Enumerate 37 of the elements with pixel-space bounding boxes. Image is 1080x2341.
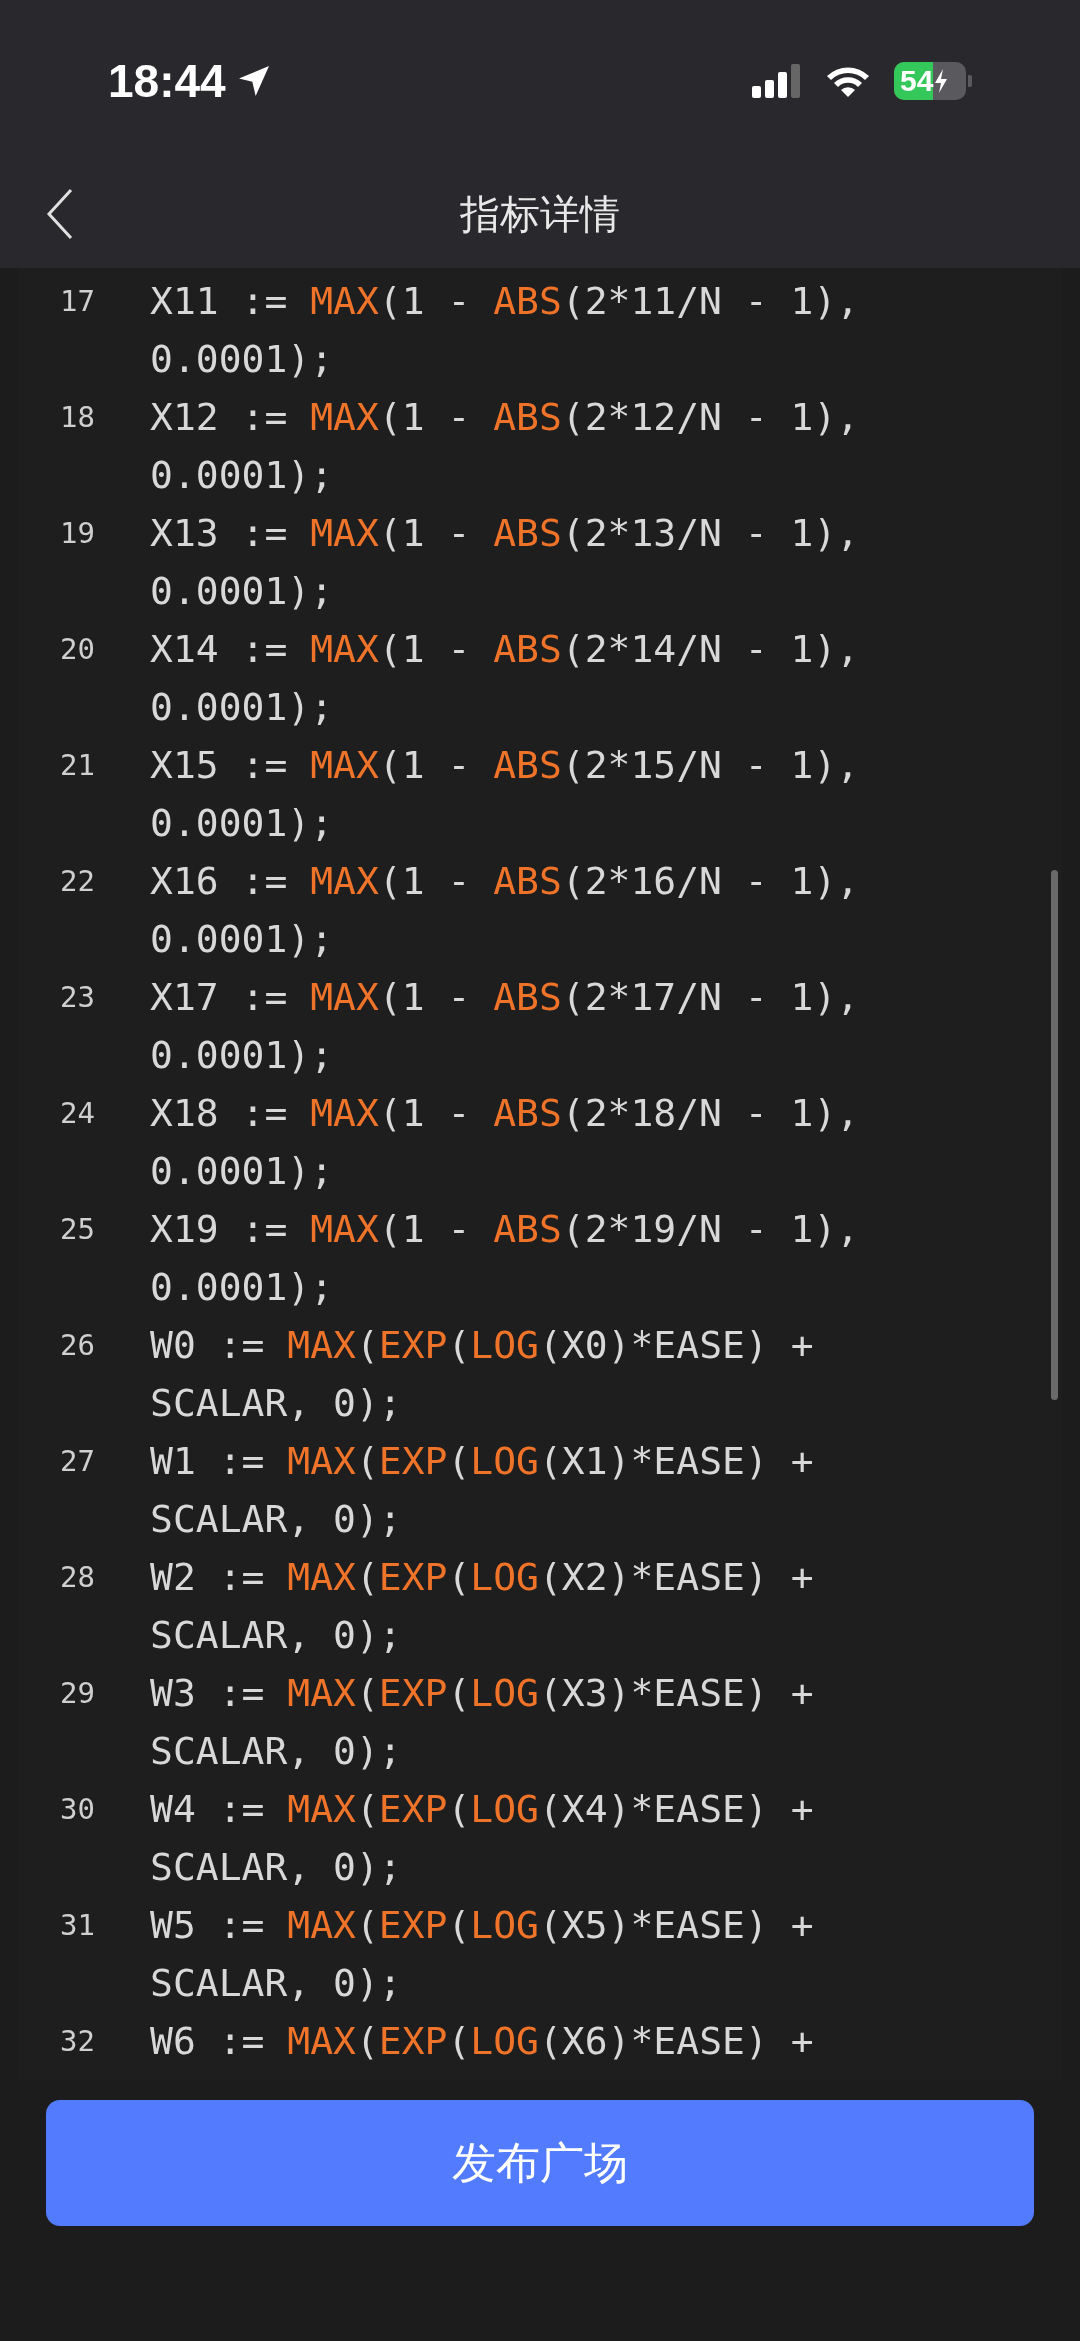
page-title: 指标详情 — [460, 191, 620, 238]
line-number: 28 — [59, 1559, 96, 1596]
code-line: W3 := MAX(EXP(LOG(X3)*EASE) + SCALAR, 0); — [150, 1670, 815, 1775]
code-line: W6 := MAX(EXP(LOG(X6)*EASE) + — [150, 2018, 815, 2065]
line-number: 26 — [59, 1327, 96, 1364]
status-time: 18:44 — [108, 53, 226, 109]
line-number: 29 — [59, 1675, 96, 1712]
code-line: X15 := MAX(1 - ABS(2*15/N - 1), 0.0001); — [150, 742, 861, 847]
code-line: X16 := MAX(1 - ABS(2*16/N - 1), 0.0001); — [150, 858, 861, 963]
line-number: 21 — [59, 747, 96, 784]
code-line: X14 := MAX(1 - ABS(2*14/N - 1), 0.0001); — [150, 626, 861, 731]
line-number: 23 — [59, 979, 96, 1016]
line-number: 30 — [59, 1791, 96, 1828]
code-line: W0 := MAX(EXP(LOG(X0)*EASE) + SCALAR, 0); — [150, 1322, 815, 1427]
line-number: 31 — [59, 1907, 96, 1944]
code-line: W5 := MAX(EXP(LOG(X5)*EASE) + SCALAR, 0); — [150, 1902, 815, 2007]
publish-button[interactable]: 发布广场 — [46, 2100, 1034, 2226]
line-number: 20 — [59, 631, 96, 668]
battery-percent: 54 — [899, 66, 934, 96]
line-number: 19 — [59, 515, 96, 552]
code-line: W4 := MAX(EXP(LOG(X4)*EASE) + SCALAR, 0); — [150, 1786, 815, 1891]
line-number: 27 — [59, 1443, 96, 1480]
code-line: X17 := MAX(1 - ABS(2*17/N - 1), 0.0001); — [150, 974, 861, 1079]
line-number: 25 — [59, 1211, 96, 1248]
code-line: X13 := MAX(1 - ABS(2*13/N - 1), 0.0001); — [150, 510, 861, 615]
line-number: 32 — [59, 2023, 96, 2060]
code-line: X11 := MAX(1 - ABS(2*11/N - 1), 0.0001); — [150, 278, 861, 383]
code-line: W1 := MAX(EXP(LOG(X1)*EASE) + SCALAR, 0); — [150, 1438, 815, 1543]
line-number: 24 — [59, 1095, 96, 1132]
signal-icon — [752, 64, 802, 98]
code-line: X19 := MAX(1 - ABS(2*19/N - 1), 0.0001); — [150, 1206, 861, 1311]
code-line: X12 := MAX(1 - ABS(2*12/N - 1), 0.0001); — [150, 394, 861, 499]
code-line: W2 := MAX(EXP(LOG(X2)*EASE) + SCALAR, 0); — [150, 1554, 815, 1659]
line-number: 17 — [59, 283, 96, 320]
line-number: 22 — [59, 863, 96, 900]
code-line: X18 := MAX(1 - ABS(2*18/N - 1), 0.0001); — [150, 1090, 861, 1195]
line-number: 18 — [59, 399, 96, 436]
